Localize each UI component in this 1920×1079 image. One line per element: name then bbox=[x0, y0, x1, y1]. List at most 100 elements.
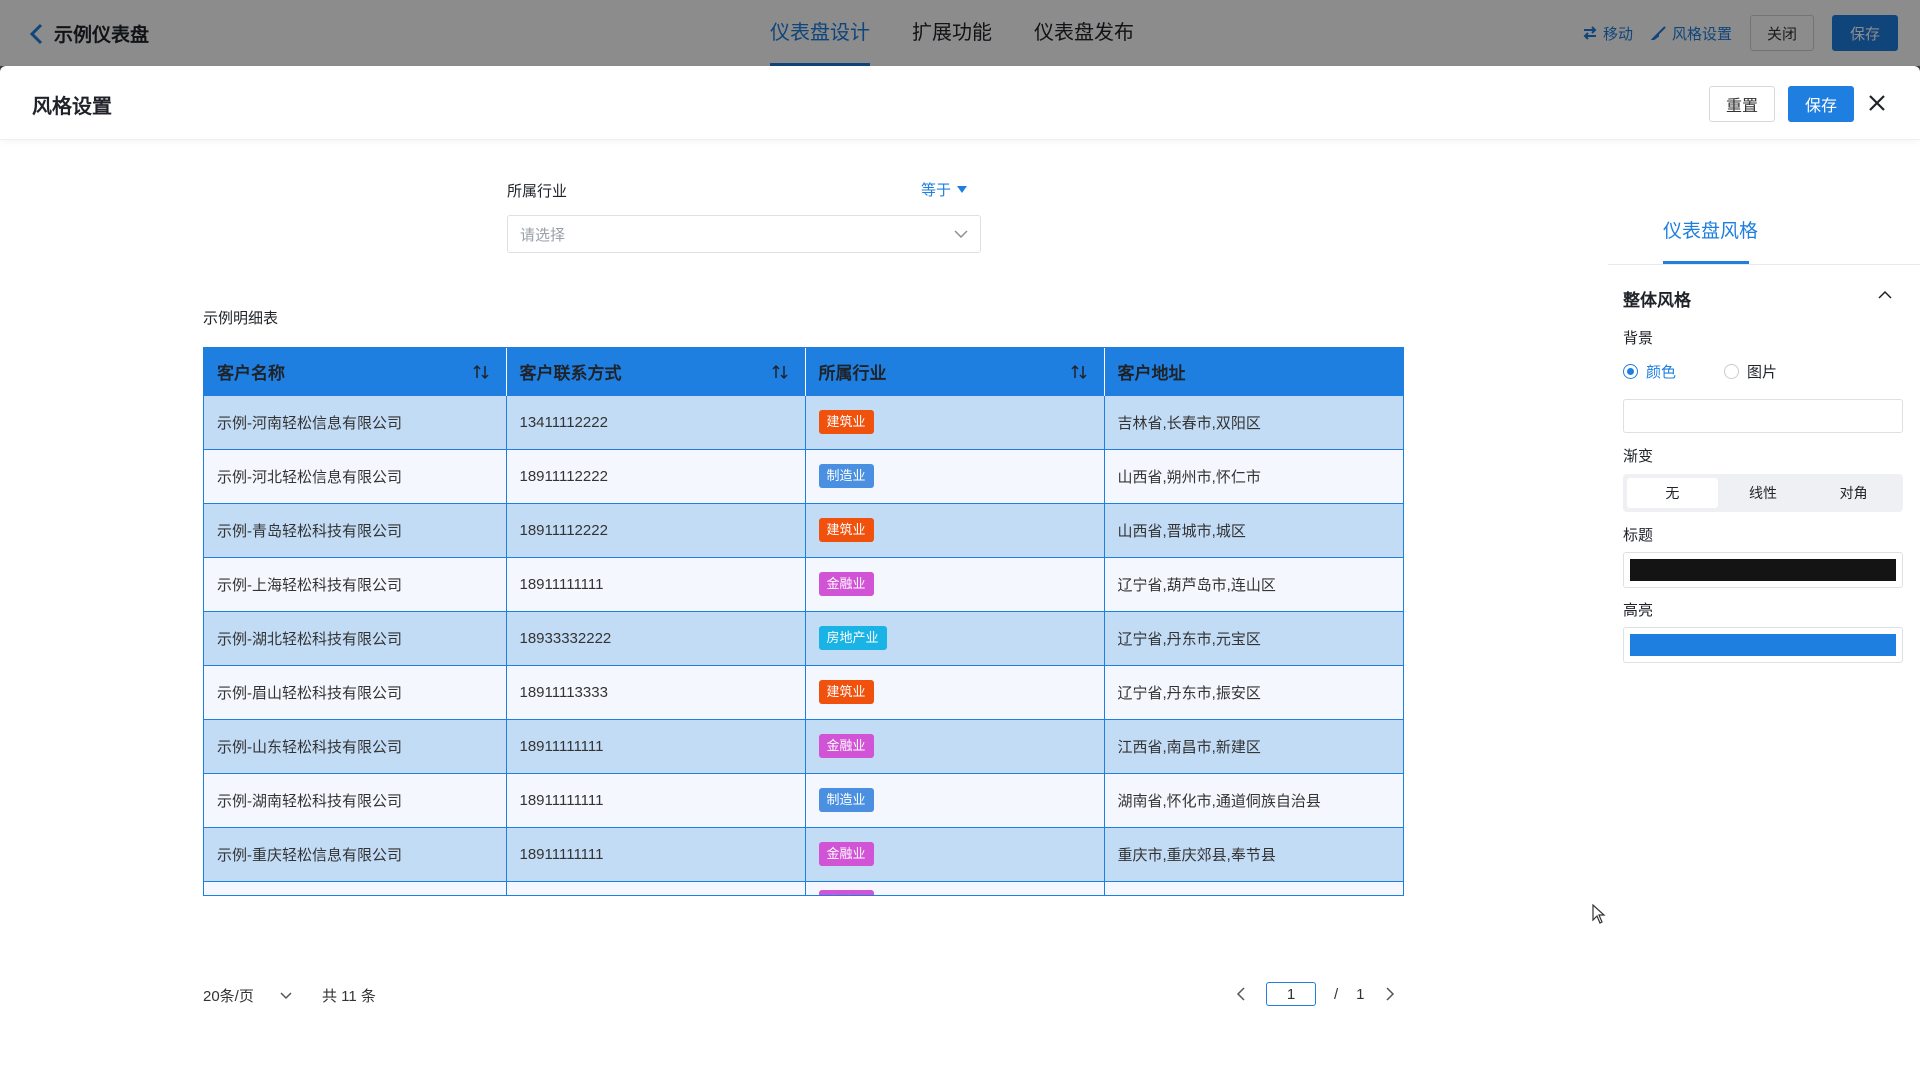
gradient-diagonal[interactable]: 对角 bbox=[1808, 478, 1899, 508]
total-pages: 1 bbox=[1356, 985, 1365, 1003]
cell-phone: 18911111111 bbox=[506, 772, 806, 827]
industry-tag: 房地产业 bbox=[818, 626, 887, 650]
industry-tag: 建筑业 bbox=[818, 680, 874, 704]
cell-customer-name: 示例-河北轻松信息有限公司 bbox=[204, 448, 507, 503]
filter-label: 所属行业 bbox=[507, 183, 568, 200]
cell-customer-name bbox=[204, 880, 507, 895]
gradient-none[interactable]: 无 bbox=[1627, 478, 1718, 508]
page-size-select[interactable]: 20条/页 bbox=[203, 985, 292, 1006]
column-header-phone[interactable]: 客户联系方式 bbox=[506, 348, 806, 395]
radio-color[interactable] bbox=[1623, 364, 1638, 379]
prev-page-icon[interactable] bbox=[1236, 987, 1246, 1001]
industry-tag: 金融业 bbox=[818, 734, 874, 758]
table-row[interactable]: 示例-重庆轻松信息有限公司 18911111111 金融业 重庆市,重庆郊县,奉节县 bbox=[204, 826, 1403, 881]
background-label: 背景 bbox=[1623, 330, 1654, 347]
section-title: 整体风格 bbox=[1623, 291, 1691, 310]
industry-tag: 制造业 bbox=[818, 788, 874, 812]
page-separator: / bbox=[1334, 985, 1339, 1003]
column-header-name[interactable]: 客户名称 bbox=[204, 348, 507, 395]
title-color-label: 标题 bbox=[1623, 527, 1654, 544]
table-row[interactable]: 示例-山东轻松科技有限公司 18911111111 金融业 江西省,南昌市,新建区 bbox=[204, 718, 1403, 773]
table-row[interactable]: 金融业 bbox=[204, 880, 1403, 895]
column-header-address[interactable]: 客户地址 bbox=[1104, 348, 1403, 395]
column-header-label: 客户联系方式 bbox=[519, 363, 622, 383]
drawer-title: 风格设置 bbox=[32, 96, 112, 118]
cell-address: 吉林省,长春市,双阳区 bbox=[1104, 394, 1403, 449]
cell-phone: 18911111111 bbox=[506, 826, 806, 881]
sort-icon[interactable] bbox=[1070, 363, 1088, 381]
mouse-cursor-icon bbox=[1592, 904, 1606, 924]
chevron-down-icon bbox=[280, 991, 292, 999]
cell-customer-name: 示例-湖北轻松科技有限公司 bbox=[204, 610, 507, 665]
title-color-picker[interactable] bbox=[1623, 552, 1903, 588]
gradient-linear[interactable]: 线性 bbox=[1718, 478, 1809, 508]
cell-address: 山西省,晋城市,城区 bbox=[1104, 502, 1403, 557]
cell-phone: 18911113333 bbox=[506, 664, 806, 719]
panel-divider bbox=[1608, 264, 1920, 265]
cell-phone: 18911111111 bbox=[506, 718, 806, 773]
industry-tag: 金融业 bbox=[818, 842, 874, 866]
radio-image-label[interactable]: 图片 bbox=[1747, 361, 1777, 382]
highlight-color-swatch bbox=[1630, 634, 1896, 656]
sort-icon[interactable] bbox=[472, 363, 490, 381]
background-color-picker[interactable] bbox=[1623, 399, 1903, 433]
close-icon[interactable] bbox=[1866, 92, 1888, 114]
industry-tag: 制造业 bbox=[818, 464, 874, 488]
cell-customer-name: 示例-重庆轻松信息有限公司 bbox=[204, 826, 507, 881]
column-header-industry[interactable]: 所属行业 bbox=[805, 348, 1105, 395]
cell-customer-name: 示例-湖南轻松科技有限公司 bbox=[204, 772, 507, 827]
highlight-color-picker[interactable] bbox=[1623, 627, 1903, 663]
sort-icon[interactable] bbox=[771, 363, 789, 381]
radio-color-label[interactable]: 颜色 bbox=[1646, 361, 1676, 382]
cell-phone: 18933332222 bbox=[506, 610, 806, 665]
style-settings-drawer: 风格设置 重置 保存 所属行业 等于 请选择 示例明细表 客户名称 客户联系方式… bbox=[0, 66, 1920, 1079]
chevron-up-icon[interactable] bbox=[1878, 290, 1892, 300]
page-number-input[interactable] bbox=[1266, 982, 1316, 1006]
table-row[interactable]: 示例-河北轻松信息有限公司 18911112222 制造业 山西省,朔州市,怀仁市 bbox=[204, 448, 1403, 503]
drawer-header: 风格设置 重置 保存 bbox=[0, 66, 1920, 140]
cell-phone bbox=[506, 880, 806, 895]
cell-address: 山西省,朔州市,怀仁市 bbox=[1104, 448, 1403, 503]
industry-tag: 金融业 bbox=[818, 572, 874, 596]
title-color-swatch bbox=[1630, 559, 1896, 581]
drawer-save-button[interactable]: 保存 bbox=[1788, 86, 1854, 122]
column-header-label: 所属行业 bbox=[818, 363, 887, 383]
cell-industry: 建筑业 bbox=[805, 664, 1105, 719]
cell-phone: 13411112222 bbox=[506, 394, 806, 449]
tab-dashboard-style[interactable]: 仪表盘风格 bbox=[1663, 216, 1758, 243]
table-row[interactable]: 示例-河南轻松信息有限公司 13411112222 建筑业 吉林省,长春市,双阳区 bbox=[204, 394, 1403, 449]
page-size-label: 20条/页 bbox=[203, 988, 254, 1005]
cell-phone: 18911112222 bbox=[506, 502, 806, 557]
cell-customer-name: 示例-河南轻松信息有限公司 bbox=[204, 394, 507, 449]
cell-industry: 金融业 bbox=[805, 826, 1105, 881]
reset-button[interactable]: 重置 bbox=[1709, 86, 1775, 122]
table-row[interactable]: 示例-眉山轻松科技有限公司 18911113333 建筑业 辽宁省,丹东市,振安区 bbox=[204, 664, 1403, 719]
cell-industry: 制造业 bbox=[805, 448, 1105, 503]
cell-phone: 18911112222 bbox=[506, 448, 806, 503]
industry-select[interactable]: 请选择 bbox=[507, 215, 981, 253]
table-row[interactable]: 示例-青岛轻松科技有限公司 18911112222 建筑业 山西省,晋城市,城区 bbox=[204, 502, 1403, 557]
cell-customer-name: 示例-上海轻松科技有限公司 bbox=[204, 556, 507, 611]
cell-industry: 房地产业 bbox=[805, 610, 1105, 665]
cell-customer-name: 示例-山东轻松科技有限公司 bbox=[204, 718, 507, 773]
cell-address: 重庆市,重庆郊县,奉节县 bbox=[1104, 826, 1403, 881]
radio-image[interactable] bbox=[1724, 364, 1740, 379]
cell-address: 辽宁省,葫芦岛市,连山区 bbox=[1104, 556, 1403, 611]
table-row[interactable]: 示例-湖北轻松科技有限公司 18933332222 房地产业 辽宁省,丹东市,元宝区 bbox=[204, 610, 1403, 665]
highlight-color-label: 高亮 bbox=[1623, 602, 1654, 619]
industry-tag: 建筑业 bbox=[818, 410, 874, 434]
table-header-row: 客户名称 客户联系方式 所属行业 客户地址 bbox=[204, 348, 1403, 395]
industry-select-placeholder: 请选择 bbox=[520, 226, 566, 244]
cell-address: 辽宁省,丹东市,振安区 bbox=[1104, 664, 1403, 719]
cell-industry: 金融业 bbox=[805, 556, 1105, 611]
detail-table: 客户名称 客户联系方式 所属行业 客户地址 示例-河南轻松信息有限公司 13411… bbox=[203, 347, 1404, 896]
next-page-icon[interactable] bbox=[1385, 987, 1395, 1001]
industry-tag: 金融业 bbox=[818, 889, 874, 895]
table-row[interactable]: 示例-湖南轻松科技有限公司 18911111111 制造业 湖南省,怀化市,通道侗族自… bbox=[204, 772, 1403, 827]
gradient-segmented: 无 线性 对角 bbox=[1623, 474, 1903, 512]
column-header-label: 客户名称 bbox=[217, 363, 285, 383]
table-row[interactable]: 示例-上海轻松科技有限公司 18911111111 金融业 辽宁省,葫芦岛市,连山区 bbox=[204, 556, 1403, 611]
filter-operator[interactable]: 等于 bbox=[921, 179, 968, 200]
industry-tag: 建筑业 bbox=[818, 518, 874, 542]
background-type-radios: 颜色 图片 bbox=[1623, 361, 1777, 382]
